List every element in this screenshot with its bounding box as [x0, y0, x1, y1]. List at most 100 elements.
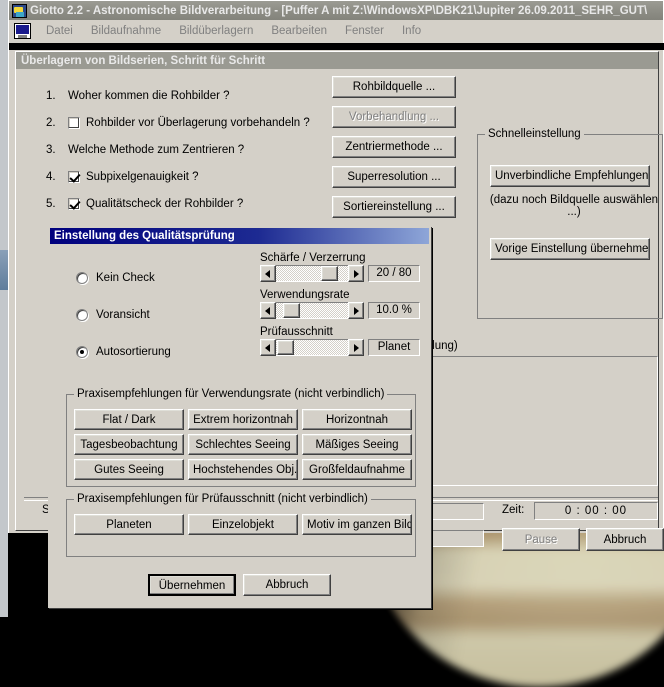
desktop-left-strip — [0, 0, 8, 617]
wizard-step-buttons: Rohbildquelle ... Vorbehandlung ... Zent… — [332, 76, 456, 226]
menu-item-bilduberlagern[interactable]: Bildüberlagern — [170, 23, 262, 39]
menu-item-fenster[interactable]: Fenster — [336, 23, 393, 39]
slider-thumb[interactable] — [283, 303, 301, 318]
slider-label: Verwendungsrate — [260, 289, 350, 301]
button-flat-dark[interactable]: Flat / Dark — [74, 409, 184, 430]
window-document-icon[interactable] — [14, 23, 31, 39]
button-horizontnah[interactable]: Horizontnah — [302, 409, 412, 430]
wizard-step-list: 1. Woher kommen die Rohbilder ? 2. Rohbi… — [46, 82, 321, 217]
step-number: 1. — [46, 89, 56, 102]
button-schlechtes-seeing[interactable]: Schlechtes Seeing — [188, 434, 298, 455]
slider-thumb[interactable] — [320, 266, 338, 281]
button-unverbindliche-empfehlungen[interactable]: Unverbindliche Empfehlungen ... — [490, 165, 650, 187]
button-zentriermethode[interactable]: Zentriermethode ... — [332, 136, 456, 158]
quality-check-dialog: Einstellung des Qualitätsprüfung Kein Ch… — [48, 226, 431, 608]
modal-body: Kein Check Voransicht Autosortierung Sch… — [50, 244, 429, 606]
menu-item-info[interactable]: Info — [393, 23, 430, 39]
radio-autosortierung-row[interactable]: Autosortierung — [76, 346, 171, 358]
slider-row: 20 / 80 — [260, 265, 420, 282]
zeit-label: Zeit: — [502, 504, 525, 516]
wizard-title-bar[interactable]: Überlagern von Bildserien, Schritt für S… — [16, 52, 658, 69]
slider-thumb[interactable] — [276, 340, 294, 355]
zeit-value: 0 : 00 : 00 — [534, 502, 658, 520]
slider-right-arrow-icon[interactable] — [348, 339, 364, 356]
button-pause: Pause — [502, 528, 580, 551]
slider-right-arrow-icon[interactable] — [348, 265, 364, 282]
wizard-step-3: 3. Welche Methode zum Zentrieren ? — [46, 136, 321, 163]
step-number: 4. — [46, 170, 56, 183]
slider-value: 20 / 80 — [368, 265, 420, 282]
app-title-bar[interactable]: Giotto 2.2 - Astronomische Bildverarbeit… — [9, 1, 663, 20]
button-tagesbeobachtung[interactable]: Tagesbeobachtung — [74, 434, 184, 455]
menu-item-bildaufnahme[interactable]: Bildaufnahme — [82, 23, 170, 39]
group-schnelleinstellung: Schnelleinstellung Unverbindliche Empfeh… — [477, 128, 663, 319]
group-border — [477, 134, 663, 319]
checkbox-subpixelgenauigkeit[interactable] — [68, 170, 80, 183]
slider-row: Planet — [260, 339, 420, 356]
slider-left-arrow-icon[interactable] — [260, 302, 276, 319]
group-legend: Praxisempfehlungen für Prüfausschnitt (n… — [74, 493, 371, 505]
button-gutes-seeing[interactable]: Gutes Seeing — [74, 459, 184, 480]
desktop-left-highlight — [0, 250, 8, 290]
button-einzelobjekt[interactable]: Einzelobjekt — [188, 514, 298, 535]
radio-autosortierung[interactable] — [76, 346, 88, 358]
wizard-step-2: 2. Rohbilder vor Überlagerung vorbehande… — [46, 109, 321, 136]
slider-label: Prüfausschnitt — [260, 326, 333, 338]
radio-kein-check[interactable] — [76, 272, 88, 284]
wizard-step-1: 1. Woher kommen die Rohbilder ? — [46, 82, 321, 109]
radio-voransicht[interactable] — [76, 309, 88, 321]
step-label: Woher kommen die Rohbilder ? — [68, 89, 230, 102]
step-number: 3. — [46, 143, 56, 156]
group-praxisempfehlungen-verwendungsrate: Praxisempfehlungen für Verwendungsrate (… — [66, 388, 416, 487]
modal-footer: Übernehmen Abbruch — [50, 574, 429, 596]
slider-right-arrow-icon[interactable] — [348, 302, 364, 319]
group-legend: Schnelleinstellung — [485, 128, 584, 140]
button-uebernehmen[interactable]: Übernehmen — [148, 574, 236, 596]
button-grossfeldaufnahme[interactable]: Großfeldaufnahme — [302, 459, 412, 480]
checkbox-vorbehandeln[interactable] — [68, 116, 80, 129]
wizard-title-text: Überlagern von Bildserien, Schritt für S… — [21, 54, 266, 67]
app-title-text: Giotto 2.2 - Astronomische Bildverarbeit… — [30, 4, 648, 17]
button-sortiereinstellung[interactable]: Sortiereinstellung ... — [332, 196, 456, 218]
menu-item-bearbeiten[interactable]: Bearbeiten — [262, 23, 336, 39]
button-abbruch-background[interactable]: Abbruch — [586, 528, 664, 551]
image-canvas-strip — [9, 43, 664, 50]
slider-pruefausschnitt: Prüfausschnitt Planet — [260, 326, 420, 356]
slider-left-arrow-icon[interactable] — [260, 339, 276, 356]
button-extrem-horizontnah[interactable]: Extrem horizontnah — [188, 409, 298, 430]
slider-left-arrow-icon[interactable] — [260, 265, 276, 282]
modal-title-bar[interactable]: Einstellung des Qualitätsprüfung — [50, 228, 429, 244]
button-vorige-einstellung-uebernehmen[interactable]: Vorige Einstellung übernehmen — [490, 238, 650, 260]
step-label: Rohbilder vor Überlagerung vorbehandeln … — [86, 116, 310, 129]
button-planeten[interactable]: Planeten — [74, 514, 184, 535]
group-legend: Praxisempfehlungen für Verwendungsrate (… — [74, 388, 388, 400]
wizard-step-4: 4. Subpixelgenauigkeit ? — [46, 163, 321, 190]
button-rohbildquelle[interactable]: Rohbildquelle ... — [332, 76, 456, 98]
quick-settings-note: (dazu noch Bildquelle auswählen ...) — [489, 194, 659, 218]
slider-value: 10.0 % — [368, 302, 420, 319]
slider-schaerfe-verzerrung: Schärfe / Verzerrung 20 / 80 — [260, 252, 420, 282]
radio-label: Kein Check — [96, 272, 155, 284]
button-motiv-im-ganzen-bild[interactable]: Motiv im ganzen Bild — [302, 514, 412, 535]
button-superresolution[interactable]: Superresolution ... — [332, 166, 456, 188]
slider-track[interactable] — [276, 265, 348, 282]
usage-recommendation-grid: Flat / Dark Extrem horizontnah Horizontn… — [74, 409, 412, 480]
radio-label: Voransicht — [96, 309, 150, 321]
group-praxisempfehlungen-pruefausschnitt: Praxisempfehlungen für Prüfausschnitt (n… — [66, 493, 416, 557]
slider-track[interactable] — [276, 302, 348, 319]
button-vorbehandlung: Vorbehandlung ... — [332, 106, 456, 128]
checkbox-qualitaetscheck[interactable] — [68, 197, 80, 210]
slider-value: Planet — [368, 339, 420, 356]
slider-track[interactable] — [276, 339, 348, 356]
button-hochstehendes-obj[interactable]: Hochstehendes Obj. — [188, 459, 298, 480]
giotto-app-icon[interactable] — [12, 3, 27, 18]
app-menu-bar: Datei Bildaufnahme Bildüberlagern Bearbe… — [9, 20, 663, 43]
menu-item-datei[interactable]: Datei — [37, 23, 82, 39]
button-maessiges-seeing[interactable]: Mäßiges Seeing — [302, 434, 412, 455]
radio-voransicht-row[interactable]: Voransicht — [76, 309, 150, 321]
slider-label: Schärfe / Verzerrung — [260, 252, 366, 264]
radio-label: Autosortierung — [96, 346, 171, 358]
radio-kein-check-row[interactable]: Kein Check — [76, 272, 155, 284]
button-abbruch-modal[interactable]: Abbruch — [243, 574, 331, 596]
crop-recommendation-grid: Planeten Einzelobjekt Motiv im ganzen Bi… — [74, 514, 412, 535]
